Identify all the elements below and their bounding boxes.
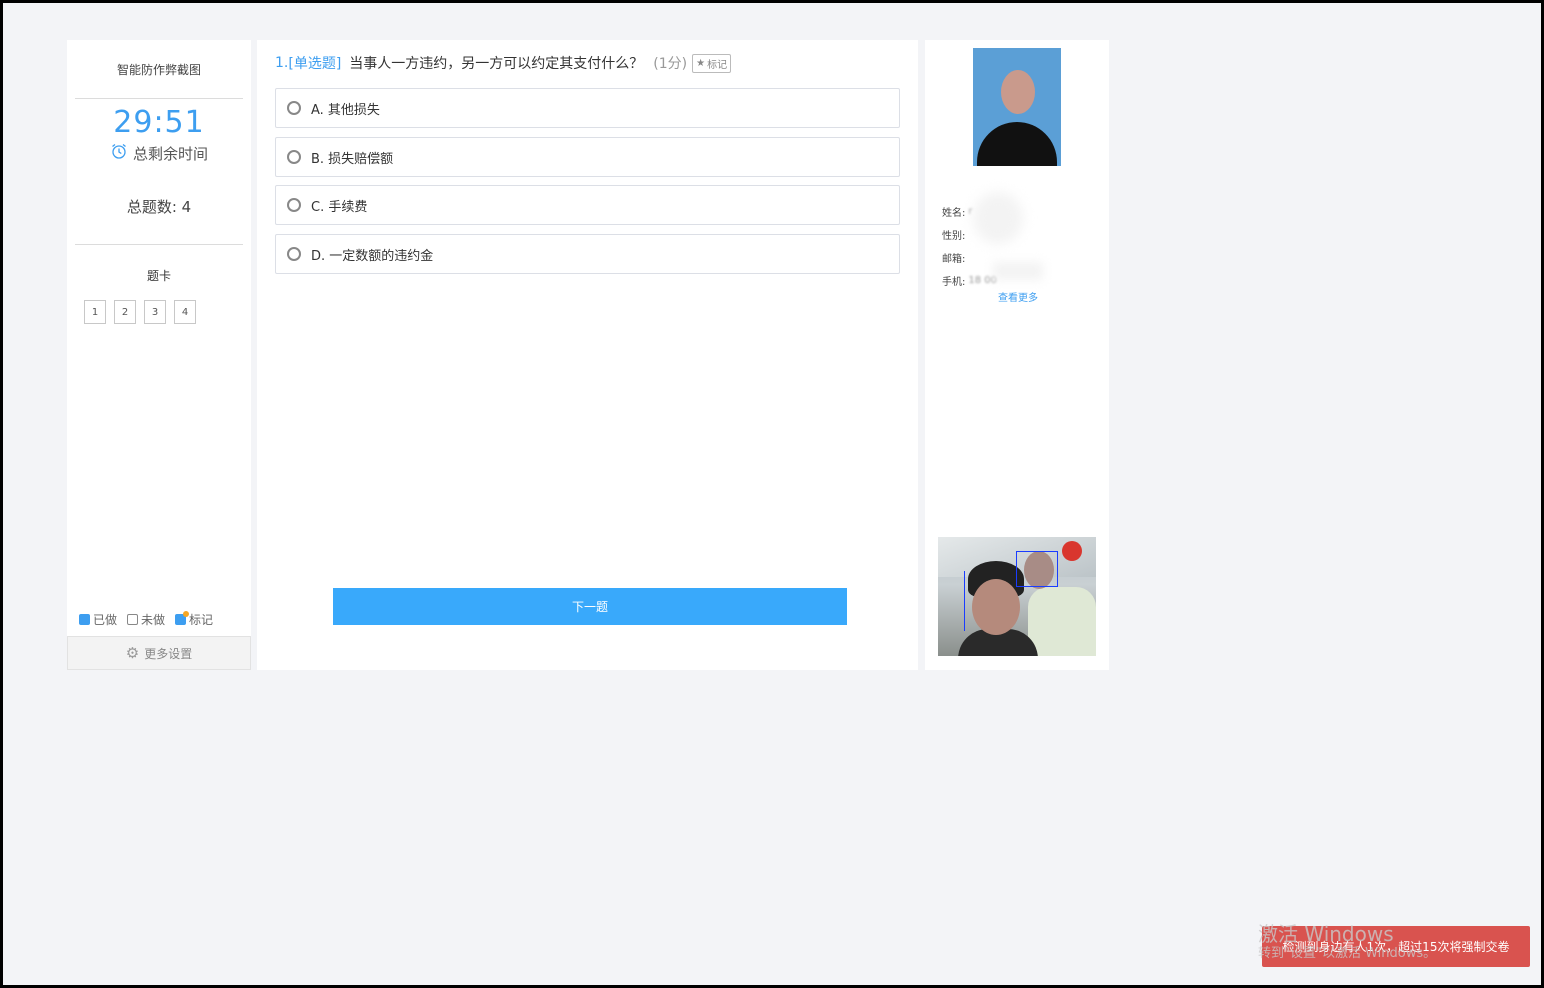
question-number: 1. [275, 55, 289, 71]
alarm-clock-icon [110, 142, 128, 164]
candidate-photo [973, 48, 1061, 166]
sidebar-title: 智能防作弊截图 [116, 63, 201, 77]
radio-button[interactable] [287, 150, 301, 164]
option-b[interactable]: B. 损失赔偿额 [275, 137, 900, 177]
phone-label: 手机: [942, 277, 966, 288]
view-more-link[interactable]: 查看更多 [998, 289, 1038, 304]
undone-square-icon [127, 614, 139, 625]
photo-face-blurred [1001, 70, 1035, 114]
question-header: 1. [单选题] 当事人一方违约，另一方可以约定其支付什么？ (1分) ★ 标记 [275, 53, 732, 73]
radio-button[interactable] [287, 247, 301, 261]
mark-button-label: 标记 [707, 59, 728, 71]
privacy-blur [993, 262, 1043, 280]
legend-undone: 未做 [127, 611, 165, 628]
legend-marked-label: 标记 [189, 613, 214, 627]
timer-label-row: 总剩余时间 [67, 142, 251, 164]
option-label: A. 其他损失 [311, 102, 380, 118]
more-settings-label: 更多设置 [144, 646, 193, 661]
total-questions: 总题数: 4 [126, 198, 192, 216]
email-row: 邮箱: [942, 246, 997, 269]
name-label: 姓名: [942, 208, 966, 219]
privacy-blur [973, 192, 1023, 244]
answer-card-title: 题卡 [146, 269, 171, 283]
face-detection-box [1016, 551, 1058, 587]
email-label: 邮箱: [942, 254, 966, 265]
option-label: B. 损失赔偿额 [311, 151, 394, 167]
countdown-timer: 29:51 [113, 105, 205, 140]
option-c[interactable]: C. 手续费 [275, 185, 900, 225]
option-a[interactable]: A. 其他损失 [275, 88, 900, 128]
more-settings-button[interactable]: ⚙ 更多设置 [67, 636, 251, 670]
question-type: [单选题] [288, 56, 342, 72]
option-label: D. 一定数额的违约金 [311, 248, 434, 264]
webcam-feed [938, 537, 1096, 656]
legend-undone-label: 未做 [141, 613, 166, 627]
webcam-person-1-face [972, 579, 1020, 635]
mark-button[interactable]: ★ 标记 [692, 53, 732, 73]
photo-shirt [977, 122, 1057, 166]
radio-button[interactable] [287, 101, 301, 115]
star-icon: ★ [696, 57, 706, 69]
divider [75, 98, 243, 99]
legend-done: 已做 [79, 611, 117, 628]
question-card-3[interactable]: 3 [144, 300, 166, 324]
radio-button[interactable] [287, 198, 301, 212]
legend-done-label: 已做 [93, 613, 118, 627]
next-question-button[interactable]: 下一题 [333, 588, 847, 625]
phone-row: 手机: 18 00 [942, 269, 997, 292]
question-text: 当事人一方违约，另一方可以约定其支付什么？ [349, 56, 644, 72]
question-card-1[interactable]: 1 [84, 300, 106, 324]
answer-card-grid: 1 2 3 4 [84, 300, 251, 324]
divider [75, 244, 243, 245]
cheating-alert-toast: 检测到身边有人1次，超过15次将强制交卷 [1262, 926, 1530, 967]
question-score: (1分) [653, 56, 688, 72]
candidate-panel: 姓名: r 性别: 邮箱: 手机: 18 00 查看更多 [925, 40, 1109, 670]
legend-marked: 标记 [175, 611, 213, 628]
webcam-lantern [1062, 541, 1082, 561]
marked-square-icon [175, 611, 190, 625]
gender-label: 性别: [942, 231, 966, 242]
option-label: C. 手续费 [311, 199, 368, 215]
gear-icon: ⚙ [125, 644, 140, 662]
option-d[interactable]: D. 一定数额的违约金 [275, 234, 900, 274]
webcam-person-2-body [1028, 587, 1096, 656]
face-detection-box [964, 571, 968, 631]
question-card-4[interactable]: 4 [174, 300, 196, 324]
timer-label: 总剩余时间 [132, 144, 208, 163]
done-square-icon [79, 614, 90, 625]
name-value: r [968, 206, 973, 217]
question-panel: 1. [单选题] 当事人一方违约，另一方可以约定其支付什么？ (1分) ★ 标记… [257, 40, 918, 670]
question-card-2[interactable]: 2 [114, 300, 136, 324]
left-sidebar: 智能防作弊截图 29:51 总剩余时间 总题数: 4 题卡 1 2 3 4 已做… [67, 40, 251, 670]
card-legend: 已做 未做 标记 [79, 611, 213, 628]
